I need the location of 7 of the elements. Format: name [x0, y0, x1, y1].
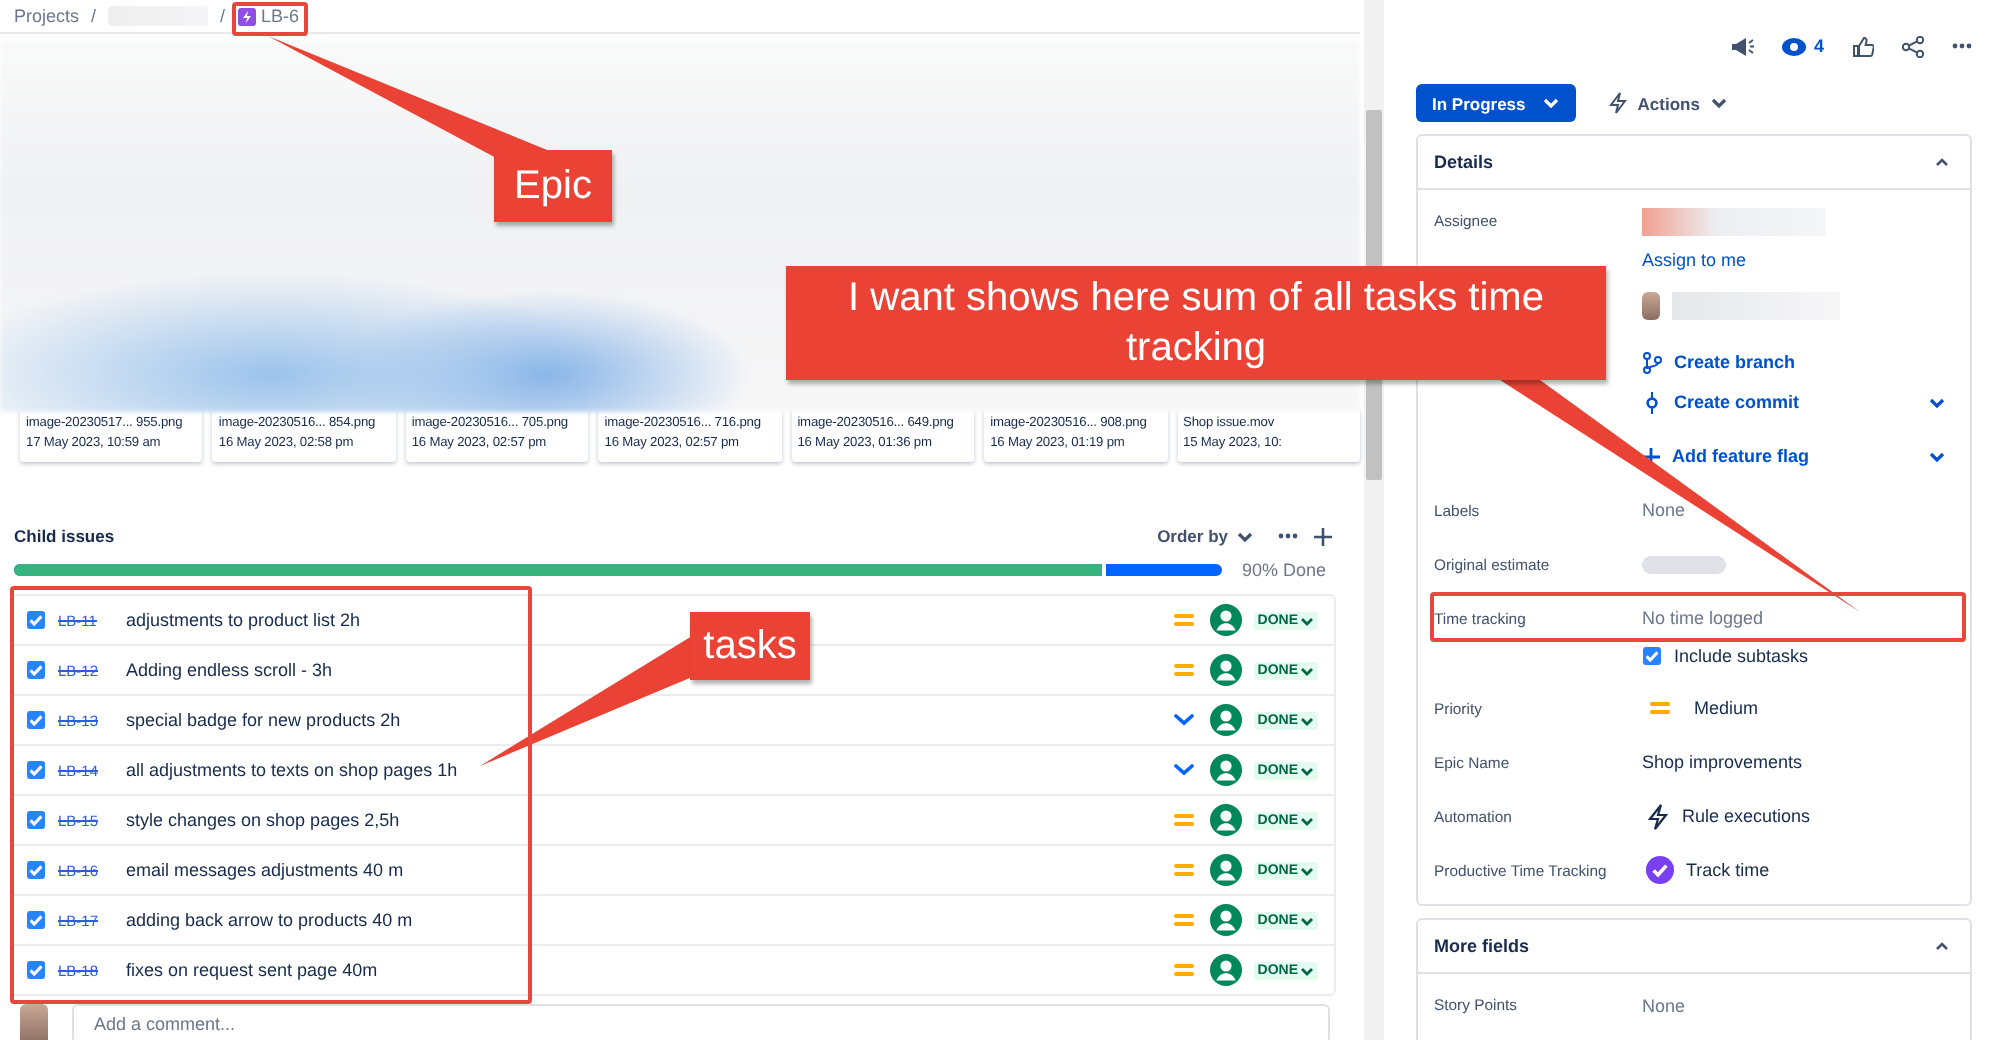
breadcrumb-separator: / [220, 6, 226, 26]
breadcrumb-separator: / [91, 6, 97, 26]
callout-tooltip: tasks [690, 612, 810, 680]
progress-label: 90% Done [1242, 560, 1327, 580]
callout-tooltip: Epic [494, 150, 612, 222]
section-title: Child issues [14, 526, 115, 546]
callout-tooltip: I want shows here sum of all tasks time tracking [786, 266, 1606, 380]
